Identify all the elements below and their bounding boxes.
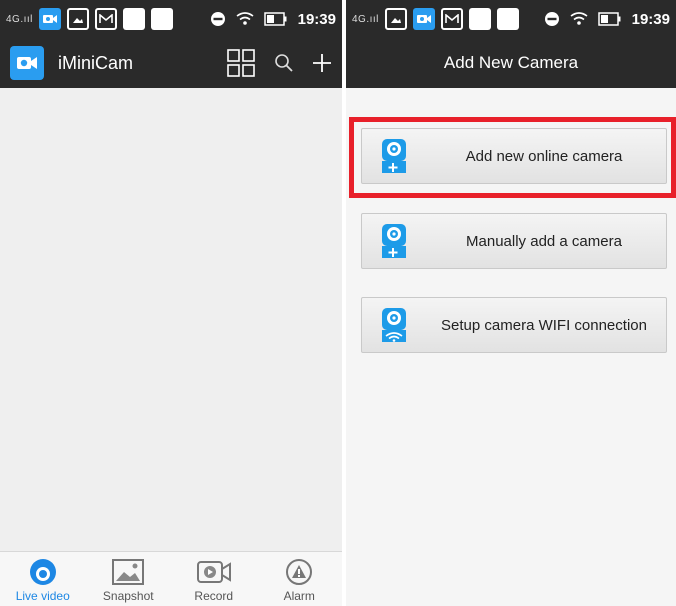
right-screen: 4G.ııl 19:39 Add New Camera Add new onli…: [346, 0, 676, 606]
mail-notification-icon: [94, 8, 117, 30]
tab-label: Record: [194, 589, 234, 603]
notification-icons: [38, 8, 173, 30]
notification-square-icon: [496, 8, 519, 30]
status-bar: 4G.ııl 19:39: [0, 0, 342, 38]
signal-indicator: 4G.ııl: [352, 13, 379, 25]
clock: 19:39: [297, 10, 336, 28]
tab-label: Live video: [15, 589, 70, 603]
button-label: Manually add a camera: [466, 232, 622, 250]
search-icon[interactable]: [274, 53, 294, 73]
tab-live-video[interactable]: Live video: [3, 552, 83, 603]
button-label: Add new online camera: [465, 147, 623, 165]
camera-add-icon: [382, 139, 406, 173]
status-right: 19:39: [210, 11, 336, 28]
bottom-tab-bar: Live video Snapshot Record Alarm: [0, 551, 342, 606]
tab-label: Alarm: [283, 589, 315, 603]
add-icon[interactable]: [312, 53, 332, 73]
do-not-disturb-icon: [544, 12, 559, 26]
status-right: 19:39: [544, 11, 670, 28]
record-icon: [196, 561, 231, 583]
clock: 19:39: [631, 10, 670, 28]
camera-add-icon: [382, 224, 406, 258]
app-title: iMiniCam: [58, 52, 134, 73]
status-bar: 4G.ııl 19:39: [346, 0, 676, 38]
battery-icon: [263, 12, 287, 26]
notification-square-icon: [468, 8, 491, 30]
tab-label: Snapshot: [102, 589, 154, 603]
mail-notification-icon: [440, 8, 463, 30]
wifi-icon: [236, 12, 254, 25]
notification-square-icon: [150, 8, 173, 30]
do-not-disturb-icon: [210, 12, 225, 26]
app-notification-icon: [412, 8, 435, 30]
notification-icons: [384, 8, 519, 30]
manually-add-camera-button[interactable]: Manually add a camera: [361, 213, 667, 269]
image-icon: [112, 559, 145, 585]
add-online-camera-button[interactable]: Add new online camera: [361, 128, 667, 184]
setup-wifi-button[interactable]: Setup camera WIFI connection: [361, 297, 667, 353]
app-notification-icon: [38, 8, 61, 30]
alarm-icon: [286, 559, 313, 585]
app-logo-icon: [10, 46, 44, 80]
page-title: Add New Camera: [443, 53, 579, 72]
signal-indicator: 4G.ııl: [6, 13, 33, 25]
grid-view-icon[interactable]: [226, 48, 256, 78]
wifi-icon: [570, 12, 588, 25]
appbar-actions: [226, 48, 332, 78]
app-bar: iMiniCam: [0, 38, 342, 88]
camera-wifi-icon: [382, 308, 406, 342]
button-label: Setup camera WIFI connection: [441, 316, 647, 334]
tab-record[interactable]: Record: [174, 552, 254, 603]
battery-icon: [597, 12, 621, 26]
gallery-notification-icon: [384, 8, 407, 30]
app-bar: Add New Camera: [346, 38, 676, 88]
notification-square-icon: [122, 8, 145, 30]
tab-snapshot[interactable]: Snapshot: [88, 552, 168, 603]
tab-alarm[interactable]: Alarm: [259, 552, 339, 603]
gallery-notification-icon: [66, 8, 89, 30]
live-video-icon: [29, 559, 56, 585]
left-screen: 4G.ııl 19:39 iMiniCam Live video Snapsho…: [0, 0, 342, 606]
